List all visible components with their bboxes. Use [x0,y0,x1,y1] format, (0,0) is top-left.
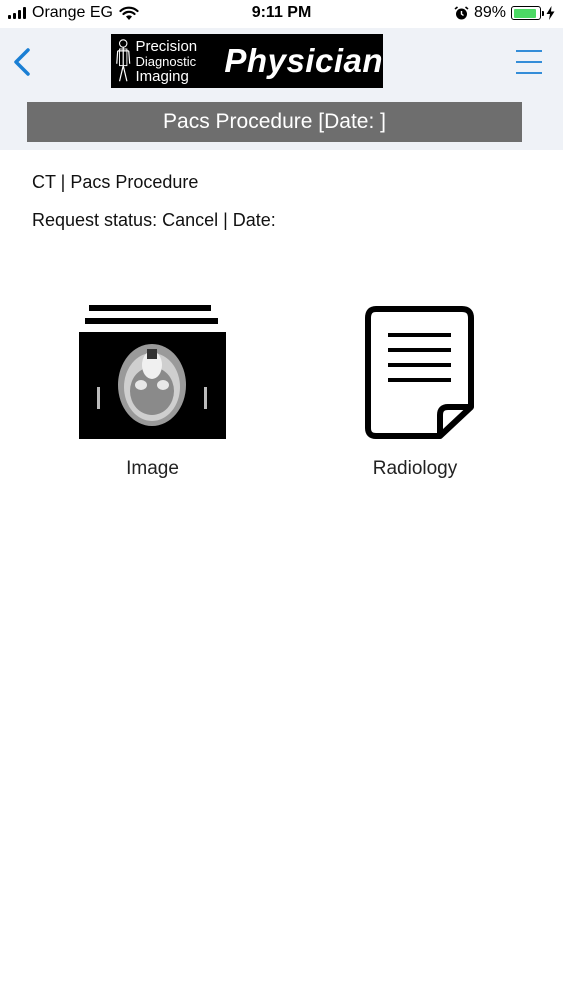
ct-scan-image-icon [79,305,226,439]
hamburger-menu-icon [516,50,542,74]
request-status: Request status: Cancel | Date: [32,210,276,230]
logo-title: Physician [224,42,383,79]
image-tile[interactable]: Image [79,305,226,480]
logo-line-1: Precision [135,37,198,55]
title-strip: Pacs Procedure [Date: ] [0,96,563,150]
image-tile-label: Image [126,458,179,479]
logo-wordmark: Precision Diagnostic Imaging [135,39,218,84]
battery-percent: 89% [473,4,506,21]
charging-icon [546,6,555,20]
chevron-left-icon [14,48,30,76]
status-bar: Orange EG 9:11 PM 89% [0,0,563,28]
nav-bar: Precision Diagnostic Imaging Physician [0,28,563,96]
app-logo: Precision Diagnostic Imaging Physician [111,34,383,88]
back-button[interactable] [8,42,38,82]
battery-level [513,8,536,18]
document-icon [365,306,474,439]
alarm-icon [454,5,469,19]
logo-line-3: Imaging [135,67,189,85]
page-title: Pacs Procedure [Date: ] [27,102,522,142]
logo-line-2: Diagnostic [135,53,197,69]
procedure-type: CT | Pacs Procedure [32,172,199,192]
radiology-tile-label: Radiology [372,458,458,479]
battery-icon [511,6,544,20]
radiology-tile[interactable]: Radiology [340,305,490,480]
status-right: 89% [454,4,555,22]
menu-button[interactable] [515,48,543,76]
human-figure-icon [116,39,131,82]
